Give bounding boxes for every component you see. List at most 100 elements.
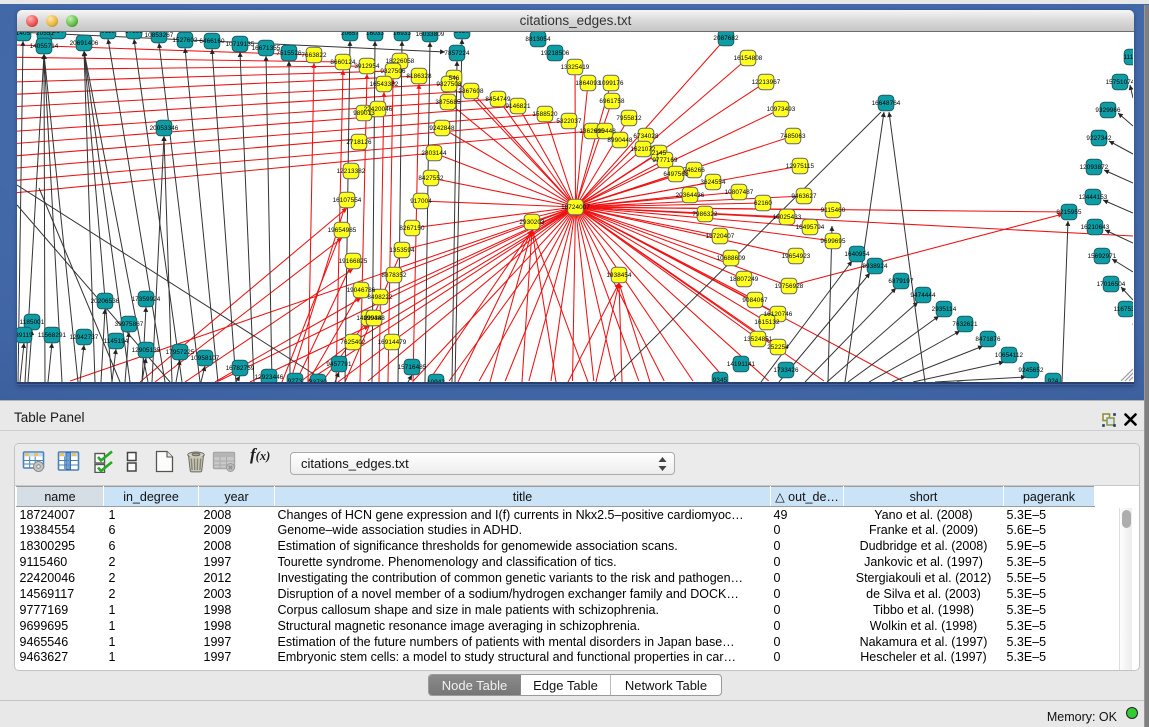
svg-text:15720407: 15720407	[706, 233, 735, 240]
svg-text:19654985: 19654985	[328, 227, 357, 234]
svg-text:16120746: 16120746	[764, 311, 793, 318]
svg-text:10688609: 10688609	[717, 255, 746, 262]
svg-text:18807249: 18807249	[730, 276, 759, 283]
svg-text:9327506: 9327506	[380, 68, 406, 75]
svg-text:16933: 16933	[393, 32, 411, 37]
svg-text:9463627: 9463627	[791, 193, 817, 200]
svg-text:16914479: 16914479	[378, 339, 407, 346]
svg-text:1353594: 1353594	[389, 247, 415, 254]
svg-text:20657: 20657	[341, 32, 359, 37]
svg-text:7986322: 7986322	[692, 211, 718, 218]
svg-text:2087682: 2087682	[713, 35, 739, 42]
svg-text:7625402: 7625402	[340, 339, 366, 346]
svg-text:12942737: 12942737	[70, 334, 99, 341]
svg-text:9345: 9345	[713, 377, 728, 382]
svg-text:252254: 252254	[767, 344, 789, 351]
svg-text:19166825: 19166825	[339, 258, 368, 265]
svg-text:1640954: 1640954	[844, 251, 870, 258]
svg-text:917004: 917004	[410, 198, 432, 205]
svg-text:1615132: 1615132	[754, 319, 780, 326]
svg-text:15716485: 15716485	[398, 364, 427, 371]
svg-text:1167533: 1167533	[1114, 306, 1133, 313]
svg-text:10958107: 10958107	[191, 355, 220, 362]
svg-text:8498222: 8498222	[367, 294, 393, 301]
svg-text:83730: 83730	[309, 379, 327, 382]
svg-text:8813054: 8813054	[525, 36, 551, 43]
svg-text:8454749: 8454749	[485, 96, 511, 103]
svg-text:8471876: 8471876	[975, 336, 1001, 343]
svg-text:9699695: 9699695	[820, 238, 846, 245]
svg-text:6961758: 6961758	[599, 98, 625, 105]
svg-text:7632621: 7632621	[952, 321, 978, 328]
svg-text:12093872: 12093872	[1080, 164, 1109, 171]
svg-text:8920: 8920	[455, 32, 470, 35]
svg-text:924: 924	[1048, 378, 1059, 382]
svg-text:746266: 746266	[683, 167, 705, 174]
svg-text:2145: 2145	[652, 150, 667, 157]
svg-text:2930203: 2930203	[519, 219, 545, 226]
svg-text:20053346: 20053346	[150, 125, 179, 132]
svg-text:7515526: 7515526	[276, 50, 302, 57]
svg-text:8938924: 8938924	[862, 263, 888, 270]
svg-text:16543382: 16543382	[370, 81, 399, 88]
svg-text:1938454: 1938454	[606, 272, 632, 279]
svg-text:2803144: 2803144	[421, 150, 447, 157]
svg-text:14191141: 14191141	[727, 361, 756, 368]
svg-text:3624554: 3624554	[700, 179, 726, 186]
svg-text:8267150: 8267150	[399, 225, 425, 232]
svg-text:18226058: 18226058	[386, 58, 415, 65]
svg-text:12213382: 12213382	[337, 168, 366, 175]
svg-text:10025433: 10025433	[773, 214, 802, 221]
svg-text:12923446: 12923446	[255, 374, 284, 381]
svg-text:39119: 39119	[17, 332, 33, 339]
svg-text:9227342: 9227342	[1086, 135, 1112, 142]
svg-text:9474444: 9474444	[910, 292, 936, 299]
svg-text:8186328: 8186328	[406, 73, 432, 80]
svg-text:8427552: 8427552	[418, 175, 444, 182]
svg-text:9084067: 9084067	[742, 297, 768, 304]
svg-text:2935114: 2935114	[932, 306, 957, 313]
svg-text:8990448: 8990448	[607, 137, 633, 144]
svg-text:199488: 199488	[363, 315, 385, 322]
svg-text:19654923: 19654923	[782, 253, 811, 260]
svg-text:3875685: 3875685	[435, 99, 461, 106]
svg-text:9329966: 9329966	[1095, 107, 1121, 114]
svg-text:14055714: 14055714	[30, 43, 59, 50]
svg-text:1864093: 1864093	[575, 80, 601, 87]
svg-text:9115460: 9115460	[821, 207, 846, 214]
svg-text:9777169: 9777169	[652, 157, 678, 164]
svg-text:8215955: 8215955	[1056, 209, 1082, 216]
svg-text:7857224: 7857224	[444, 50, 470, 57]
svg-text:7485063: 7485063	[780, 133, 806, 140]
svg-text:16782759: 16782759	[226, 365, 255, 372]
svg-text:20364436: 20364436	[676, 192, 705, 199]
svg-text:10654112: 10654112	[995, 352, 1024, 359]
svg-text:9457791: 9457791	[326, 361, 352, 368]
svg-text:9146821: 9146821	[505, 103, 531, 110]
svg-text:6879197: 6879197	[888, 278, 914, 285]
svg-text:214: 214	[53, 32, 64, 35]
svg-text:6734028: 6734028	[633, 133, 659, 140]
svg-text:16210643: 16210643	[1081, 224, 1110, 231]
svg-text:17359924: 17359924	[132, 296, 161, 303]
svg-text:990448: 990448	[594, 128, 616, 135]
svg-text:10807487: 10807487	[725, 189, 754, 196]
svg-text:19218506: 19218506	[541, 50, 570, 57]
svg-text:15751074: 15751074	[1106, 79, 1133, 86]
svg-text:16033: 16033	[366, 32, 384, 37]
svg-text:62160: 62160	[754, 200, 772, 207]
svg-text:9273: 9273	[288, 378, 303, 382]
svg-text:1145194: 1145194	[104, 338, 129, 345]
svg-text:22420046: 22420046	[364, 106, 393, 113]
svg-text:16107554: 16107554	[333, 197, 362, 204]
svg-text:19756928: 19756928	[775, 283, 804, 290]
svg-text:13325419: 13325419	[561, 64, 590, 71]
svg-text:39975867: 39975867	[115, 321, 144, 328]
svg-text:3912954: 3912954	[354, 63, 380, 70]
svg-text:9242848: 9242848	[429, 125, 455, 132]
svg-text:10853267: 10853267	[145, 32, 174, 39]
svg-text:8878352: 8878352	[381, 272, 407, 279]
svg-text:7955812: 7955812	[616, 115, 642, 122]
svg-text:6466160: 6466160	[199, 38, 225, 45]
svg-text:10719135: 10719135	[226, 41, 255, 48]
